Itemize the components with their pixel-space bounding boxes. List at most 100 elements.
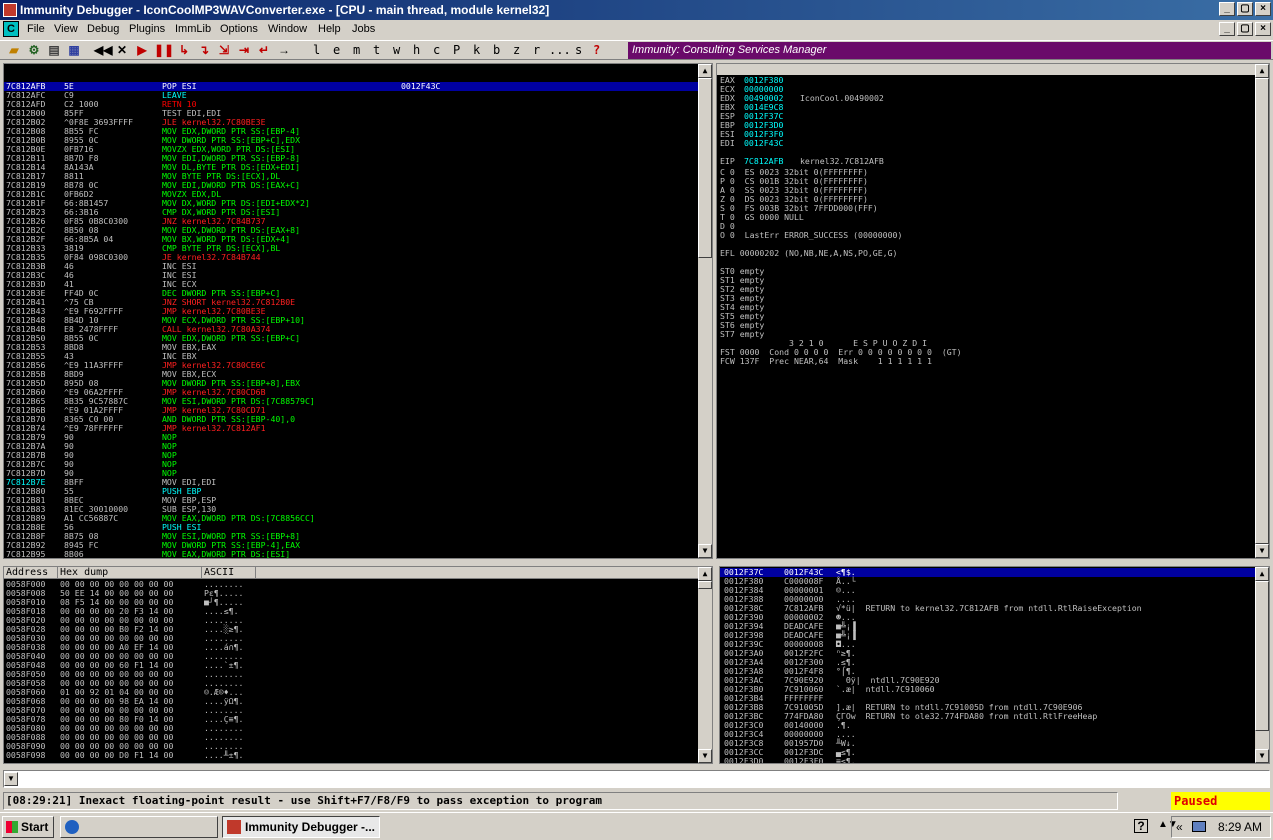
disasm-row[interactable]: 7C812B53 8BD8 MOV EBX,EAX — [4, 343, 698, 352]
child-minimize-button[interactable]: _ — [1219, 22, 1235, 36]
disasm-row[interactable]: 7C812B92 8945 FC MOV DWORD PTR SS:[EBP-4],… — [4, 541, 698, 550]
help-tray-icon[interactable]: ? — [1134, 819, 1148, 833]
disasm-row[interactable]: 7C812B11 8B7D F8 MOV EDI,DWORD PTR SS:[EBP… — [4, 154, 698, 163]
toolbar-source[interactable]: s — [575, 43, 582, 57]
stack-scrollbar[interactable]: ▲ ▼ — [1255, 567, 1269, 763]
cpu-window-icon[interactable]: C — [3, 21, 19, 37]
disasm-row[interactable]: 7C812B80 55 PUSH EBP — [4, 487, 698, 496]
dump-col-address[interactable]: Address — [4, 567, 58, 579]
disasm-row[interactable]: 7C812B3B 46 INC ESI — [4, 262, 698, 271]
dump-col-ascii[interactable]: ASCII — [202, 567, 256, 579]
registers-scrollbar[interactable]: ▲ ▼ — [1255, 64, 1269, 558]
disasm-row[interactable]: 7C812B0B 8955 0C MOV DWORD PTR SS:[EBP+C],… — [4, 136, 698, 145]
scroll-down-icon[interactable]: ▼ — [1255, 544, 1269, 558]
disasm-row[interactable]: 7C812B08 8B55 FC MOV EDX,DWORD PTR SS:[EBP… — [4, 127, 698, 136]
consulting-banner[interactable]: Immunity: Consulting Services Manager — [628, 42, 1271, 59]
command-input[interactable]: ▼ — [3, 770, 1270, 788]
register-row[interactable] — [720, 148, 1240, 157]
disasm-row[interactable]: 7C812AFB 5E POP ESI 0012F43C — [4, 82, 698, 91]
disasm-row[interactable]: 7C812B0E 0FB716 MOVZX EDX,WORD PTR DS:[ESI… — [4, 145, 698, 154]
dump-scrollbar[interactable]: ▲ ▼ — [698, 567, 712, 763]
disasm-row[interactable]: 7C812B5B 8BD9 MOV EBX,ECX — [4, 370, 698, 379]
toolbar-patches[interactable]: P — [453, 43, 460, 57]
disasm-row[interactable]: 7C812B02 ^0F8E 3693FFFF JLE kernel32.7C80B… — [4, 118, 698, 127]
toolbar-references[interactable]: r — [533, 43, 540, 57]
run-icon[interactable]: ▶ — [134, 43, 150, 58]
registers-header[interactable]: Registers (FPU) <<<<<<<<<<<<<< — [717, 64, 1269, 96]
scroll-thumb[interactable] — [1255, 78, 1269, 544]
register-row[interactable]: ESI 0012F3F0 — [720, 130, 1240, 139]
toolbar-breakpoints[interactable]: b — [493, 43, 500, 57]
scroll-thumb[interactable] — [698, 581, 712, 589]
disasm-row[interactable]: 7C812B3E FF4D 0C DEC DWORD PTR SS:[EBP+C] — [4, 289, 698, 298]
register-row[interactable]: ESP 0012F37C — [720, 112, 1240, 121]
tray-expand-icon[interactable]: « — [1176, 817, 1183, 837]
quicklaunch-ie-button[interactable] — [60, 816, 218, 838]
step-over-icon[interactable]: ↴ — [196, 43, 212, 58]
pycommand-icon[interactable]: ▦ — [66, 43, 82, 58]
toolbar-help[interactable]: ? — [593, 43, 600, 57]
open-icon[interactable]: ▰ — [6, 43, 22, 58]
menu-plugins[interactable]: Plugins — [129, 23, 165, 35]
toolbar-cpu[interactable]: c — [433, 43, 440, 57]
disasm-row[interactable]: 7C812B14 8A143A MOV DL,BYTE PTR DS:[EDX+ED… — [4, 163, 698, 172]
memory-dump-pane[interactable]: Address Hex dump ASCII 0058F000 00 00 00 … — [3, 566, 713, 764]
toolbar-memory[interactable]: m — [353, 43, 360, 57]
disasm-row[interactable]: 7C812B17 8811 MOV BYTE PTR DS:[ECX],DL — [4, 172, 698, 181]
toolbar-call-stack[interactable]: k — [473, 43, 480, 57]
maximize-button[interactable]: ▢ — [1237, 2, 1253, 16]
menu-file[interactable]: File — [27, 23, 45, 35]
close-file-icon[interactable]: ▤ — [46, 43, 62, 58]
stack-row[interactable]: 0012F3D0 0012F3F0 ≡≤¶. — [720, 757, 1255, 764]
disassembly-pane[interactable]: 7C812AFB 5E POP ESI 0012F43C 7C812AFC C9 LEAVE… — [3, 63, 713, 559]
disasm-row[interactable]: 7C812B1F 66:8B1457 MOV DX,WORD PTR DS:[EDI… — [4, 199, 698, 208]
disasm-row[interactable]: 7C812B2F 66:8B5A 04 MOV BX,WORD PTR DS:[ED… — [4, 235, 698, 244]
disasm-row[interactable]: 7C812B56 ^E9 11A3FFFF JMP kernel32.7C80CE6… — [4, 361, 698, 370]
scroll-up-icon[interactable]: ▲ — [698, 64, 712, 78]
menu-window[interactable]: Window — [268, 23, 307, 35]
scroll-down-icon[interactable]: ▼ — [698, 544, 712, 558]
stop-icon[interactable]: ✕ — [114, 43, 130, 58]
disasm-row[interactable]: 7C812B43 ^E9 F692FFFF JMP kernel32.7C80BE3… — [4, 307, 698, 316]
registers-pane[interactable]: Registers (FPU) <<<<<<<<<<<<<< EAX0012F3… — [716, 63, 1270, 559]
scroll-down-icon[interactable]: ▼ — [1255, 749, 1269, 763]
close-button[interactable]: × — [1255, 2, 1271, 16]
scroll-up-icon[interactable]: ▲ — [1255, 64, 1269, 78]
toolbar-windows[interactable]: w — [393, 43, 400, 57]
disasm-row[interactable]: 7C812B4B E8 2478FFFF CALL kernel32.7C80A37… — [4, 325, 698, 334]
toolbar-hw-breakpoints[interactable]: z — [513, 43, 520, 57]
command-history-dropdown-icon[interactable]: ▼ — [4, 772, 18, 786]
disasm-row[interactable]: 7C812B7C 90 NOP — [4, 460, 698, 469]
trace-into-icon[interactable]: ⇲ — [216, 43, 232, 58]
disassembly-scrollbar[interactable]: ▲ ▼ — [698, 64, 712, 558]
execute-till-return-icon[interactable]: ↵ — [256, 43, 272, 58]
disasm-row[interactable]: 7C812B35 0F84 098C0300 JE kernel32.7C84B74… — [4, 253, 698, 262]
pause-icon[interactable]: ❚❚ — [154, 43, 174, 58]
disasm-row[interactable]: 7C812B7A 90 NOP — [4, 442, 698, 451]
menu-help[interactable]: Help — [318, 23, 341, 35]
minimize-button[interactable]: _ — [1219, 2, 1235, 16]
register-row[interactable]: EAX 0012F380 — [720, 76, 1240, 85]
disasm-row[interactable]: 7C812B3C 46 INC ESI — [4, 271, 698, 280]
disasm-row[interactable]: 7C812B19 8B78 0C MOV EDI,DWORD PTR DS:[EAX… — [4, 181, 698, 190]
disasm-row[interactable]: 7C812B89 A1 CC56887C MOV EAX,DWORD PTR DS:… — [4, 514, 698, 523]
network-icon[interactable] — [1192, 821, 1206, 832]
disasm-row[interactable]: 7C812B79 90 NOP — [4, 433, 698, 442]
menu-debug[interactable]: Debug — [87, 23, 119, 35]
disasm-row[interactable]: 7C812B95 8B06 MOV EAX,DWORD PTR DS:[ESI] — [4, 550, 698, 559]
trace-over-icon[interactable]: ⇥ — [236, 43, 252, 58]
register-row[interactable]: EDX 00490002 IconCool.00490002 — [720, 94, 1240, 103]
child-close-button[interactable]: × — [1255, 22, 1271, 36]
toolbar-modules[interactable]: e — [333, 43, 340, 57]
scroll-down-icon[interactable]: ▼ — [698, 749, 712, 763]
dump-row[interactable]: 0058F098 00 00 00 00 D0 F1 14 00 ....╨±¶. — [4, 751, 694, 760]
go-to-icon[interactable]: → — [276, 43, 292, 58]
disasm-row[interactable]: 7C812B7B 90 NOP — [4, 451, 698, 460]
toolbar-threads[interactable]: t — [373, 43, 380, 57]
disasm-row[interactable]: 7C812AFD C2 1000 RETN 10 — [4, 100, 698, 109]
register-row[interactable]: EBP 0012F3D0 — [720, 121, 1240, 130]
disasm-row[interactable]: 7C812B50 8B55 0C MOV EDX,DWORD PTR SS:[EBP… — [4, 334, 698, 343]
disasm-row[interactable]: 7C812AFC C9 LEAVE — [4, 91, 698, 100]
disasm-row[interactable]: 7C812B7E 8BFF MOV EDI,EDI — [4, 478, 698, 487]
child-restore-button[interactable]: ▢ — [1237, 22, 1253, 36]
